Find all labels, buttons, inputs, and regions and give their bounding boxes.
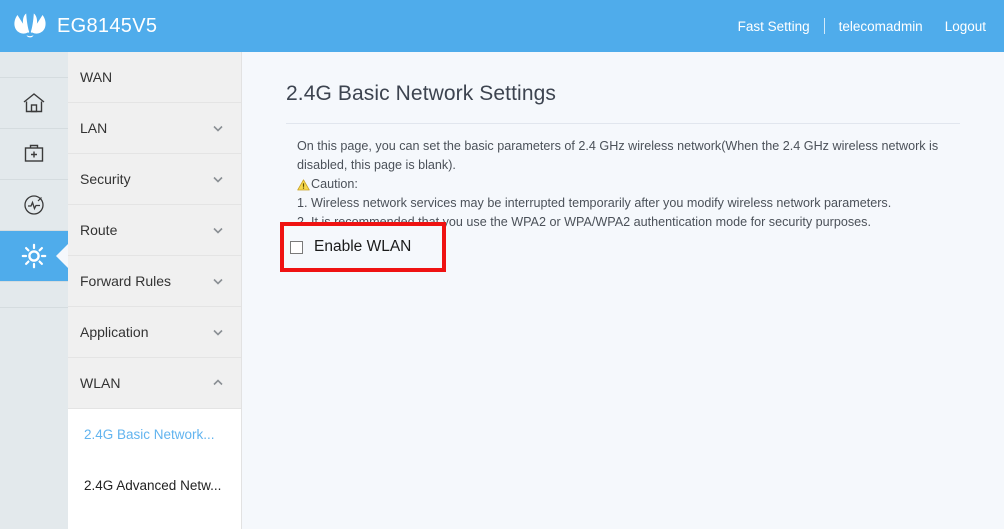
warning-triangle-icon (297, 178, 310, 191)
brand-model-name: EG8145V5 (57, 14, 158, 37)
gear-icon (21, 243, 47, 269)
current-user-label[interactable]: telecomadmin (839, 19, 923, 34)
icon-rail (0, 52, 68, 529)
menu-item-label: Security (80, 171, 131, 187)
page-header: EG8145V5 Fast Setting telecomadmin Logou… (0, 0, 1004, 52)
description-text: On this page, you can set the basic para… (297, 139, 939, 172)
page-description: On this page, you can set the basic para… (297, 137, 965, 232)
medical-kit-icon (22, 142, 46, 166)
rail-item-diagnosis[interactable] (0, 129, 68, 180)
caution-label: Caution: (311, 177, 358, 191)
rail-item-monitoring[interactable] (0, 180, 68, 231)
header-divider (823, 18, 825, 34)
enable-wlan-checkbox[interactable] (290, 240, 303, 254)
page-title: 2.4G Basic Network Settings (286, 82, 556, 105)
menu-item-label: WLAN (80, 375, 121, 391)
router-admin-page: EG8145V5 Fast Setting telecomadmin Logou… (0, 0, 1004, 529)
submenu-item-label: 2.4G Basic Network... (84, 427, 215, 442)
header-actions: Fast Setting telecomadmin Logout (738, 18, 1004, 34)
logout-link[interactable]: Logout (945, 19, 986, 34)
rail-item-home[interactable] (0, 78, 68, 129)
submenu-item-24g-basic-network[interactable]: 2.4G Basic Network... (68, 409, 241, 460)
chevron-down-icon (211, 172, 225, 186)
rail-spacer (0, 52, 68, 78)
menu-item-label: Route (80, 222, 118, 238)
menu-item-application[interactable]: Application (68, 307, 241, 358)
menu-item-lan[interactable]: LAN (68, 103, 241, 154)
brand: EG8145V5 (0, 11, 157, 41)
menu-item-wan[interactable]: WAN (68, 52, 241, 103)
menu-item-label: LAN (80, 120, 108, 136)
title-divider (286, 123, 960, 124)
rail-spacer-bottom (0, 282, 68, 308)
chevron-down-icon (211, 121, 225, 135)
menu-item-label: WAN (80, 69, 113, 85)
enable-wlan-label: Enable WLAN (314, 238, 412, 255)
caution-heading: Caution: (297, 175, 965, 194)
chevron-down-icon (211, 325, 225, 339)
submenu-item-label: 2.4G Advanced Netw... (84, 478, 222, 493)
menu-item-label: Application (80, 324, 149, 340)
menu-item-wlan[interactable]: WLAN (68, 358, 241, 409)
chevron-down-icon (211, 223, 225, 237)
home-icon (21, 91, 47, 115)
menu-item-label: Forward Rules (80, 273, 172, 289)
content-area: 2.4G Basic Network Settings On this page… (243, 52, 1004, 529)
huawei-flower-logo-icon (12, 11, 48, 41)
chevron-up-icon (211, 376, 225, 390)
submenu-item-24g-advanced-network[interactable]: 2.4G Advanced Netw... (68, 460, 241, 511)
gauge-icon (22, 193, 46, 217)
menu-item-forward-rules[interactable]: Forward Rules (68, 256, 241, 307)
caution-item-1: 1. Wireless network services may be inte… (297, 196, 892, 210)
rail-item-settings[interactable] (0, 231, 68, 282)
menu-item-route[interactable]: Route (68, 205, 241, 256)
settings-menu: WAN LAN Security Route Forward Rules App… (68, 52, 242, 529)
wlan-submenu: 2.4G Basic Network... 2.4G Advanced Netw… (68, 409, 241, 511)
fast-setting-link[interactable]: Fast Setting (738, 19, 810, 34)
enable-wlan-row[interactable]: Enable WLAN (290, 232, 411, 262)
chevron-down-icon (211, 274, 225, 288)
menu-item-security[interactable]: Security (68, 154, 241, 205)
